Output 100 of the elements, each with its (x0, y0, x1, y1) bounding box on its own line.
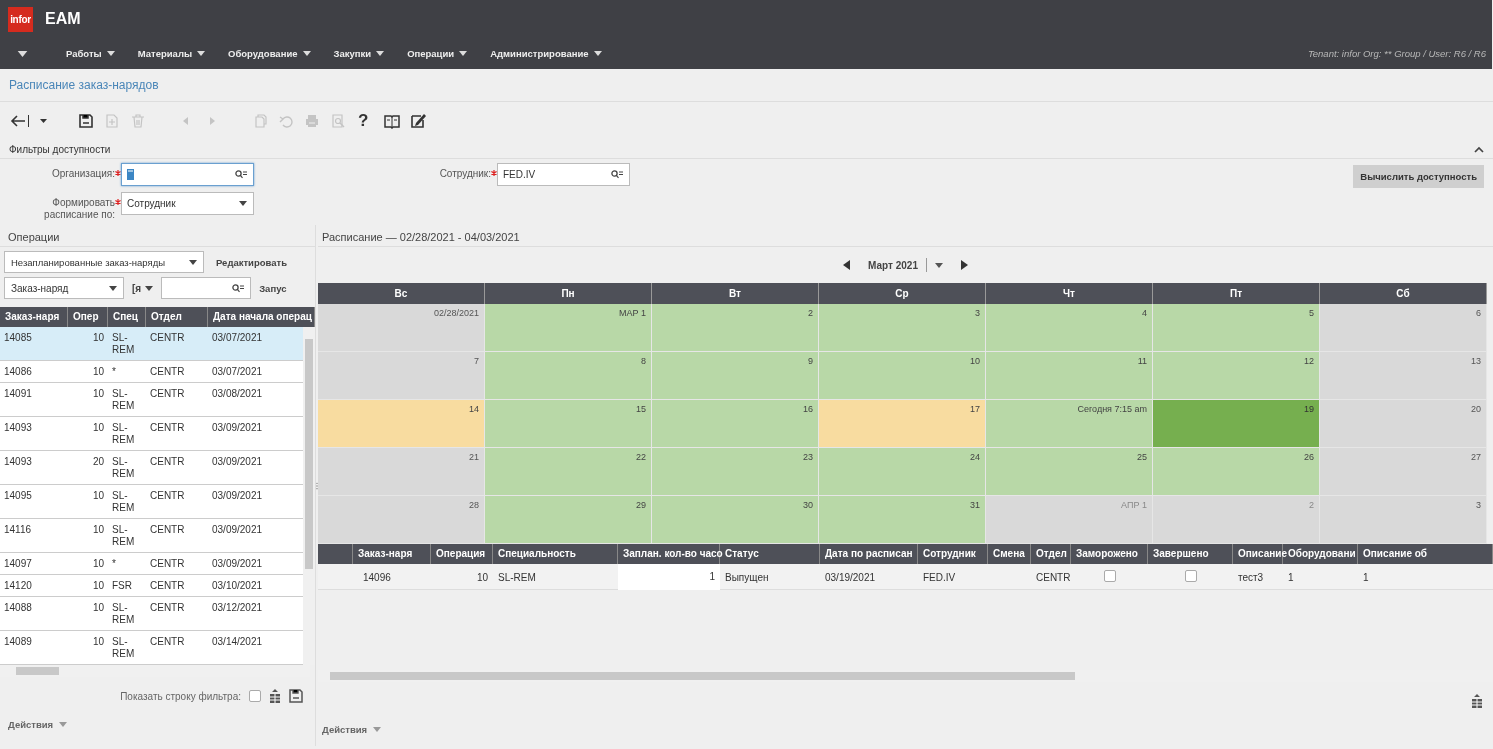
table-cell-text: SL-REM (497, 571, 537, 583)
edit-link[interactable]: Редактировать (212, 256, 292, 268)
caret-icon (189, 259, 197, 265)
table-row[interactable]: 14096 10 SL-REM 1 Выпущен 03/19/2021 FED.IV CENTR тест3 1 1 (318, 564, 1493, 590)
menu-item[interactable]: Администрирование (490, 48, 602, 59)
calendar-day[interactable]: 2 (652, 304, 819, 352)
tenant-info: Tenant: infor Org: ** Group / User: R6 / R6 (1307, 48, 1486, 59)
input-field[interactable]: FED.IV (497, 163, 630, 186)
table-cell-text: 10 (91, 489, 105, 503)
cursor-icon (127, 169, 134, 180)
table-cell-text: 03/07/2021 (211, 331, 264, 345)
search-field[interactable] (161, 277, 252, 299)
table-row[interactable]: 14085 10 SL-REM CENTR 03/07/2021 (0, 327, 303, 361)
calendar-day[interactable]: 5 (1153, 304, 1320, 352)
calendar-day[interactable]: 26 (1153, 448, 1320, 496)
calendar-day[interactable]: 11 (986, 352, 1153, 400)
section-title: Фильтры доступности (9, 143, 111, 155)
calendar-day[interactable]: 20 (1320, 400, 1487, 448)
menu-item[interactable]: Материалы (137, 48, 206, 59)
menu-icon[interactable] (17, 50, 28, 57)
calendar-day[interactable]: 4 (986, 304, 1153, 352)
table-cell-text: 03/12/2021 (211, 601, 264, 615)
table-cell-text: FED.IV (922, 571, 957, 583)
operator-dropdown[interactable]: [я (132, 282, 154, 294)
search-icon[interactable] (235, 170, 247, 179)
next-icon[interactable] (960, 260, 968, 270)
run-button[interactable]: Запус (259, 282, 287, 294)
calendar-day[interactable]: 12 (1153, 352, 1320, 400)
book-icon[interactable] (384, 113, 401, 129)
help-button[interactable]: ? (356, 111, 371, 131)
calendar-day[interactable]: 9 (652, 352, 819, 400)
calendar-day[interactable]: 21 (318, 448, 485, 496)
calendar-day[interactable]: 28 (318, 496, 485, 544)
search-icon[interactable] (611, 170, 623, 179)
caret-icon (239, 201, 247, 206)
grid-export-icon[interactable] (269, 689, 281, 703)
calendar-day[interactable]: 6 (1320, 304, 1487, 352)
calendar-day[interactable]: 13 (1320, 352, 1487, 400)
menu-item[interactable]: Операции (407, 48, 468, 59)
calendar-day[interactable]: 16 (652, 400, 819, 448)
calendar-day[interactable]: 30 (652, 496, 819, 544)
field-label: Организация: (50, 167, 115, 180)
back-arrow-icon[interactable] (9, 113, 29, 129)
calendar-day[interactable]: 19 (1153, 400, 1320, 448)
month-picker[interactable]: Март 2021 (862, 257, 949, 273)
menu-item[interactable]: Оборудование (228, 48, 311, 59)
calendar-day[interactable]: 10 (819, 352, 986, 400)
scrollbar[interactable] (303, 327, 315, 665)
dropdown[interactable]: Сотрудник (121, 192, 254, 215)
table-cell-text: 03/09/2021 (211, 557, 264, 571)
calendar-day[interactable]: 24 (819, 448, 986, 496)
calendar-day[interactable]: 25 (986, 448, 1153, 496)
dropdown[interactable]: Заказ-наряд (4, 277, 124, 299)
table-cell-text: 10 (475, 571, 489, 583)
caret-icon (459, 51, 468, 56)
actions-menu[interactable]: Действия (318, 708, 386, 735)
save-icon[interactable] (78, 113, 94, 129)
grid-export-icon[interactable] (1471, 694, 1483, 708)
calendar-day[interactable]: 15 (485, 400, 652, 448)
calendar-day[interactable]: 8 (485, 352, 652, 400)
table-cell-text: 10 (91, 421, 105, 435)
edit-icon[interactable] (410, 113, 427, 129)
calendar-day[interactable]: 29 (485, 496, 652, 544)
table-cell-text: 03/09/2021 (211, 489, 264, 503)
checkbox[interactable] (1103, 570, 1116, 582)
table-cell-text: 03/07/2021 (211, 365, 264, 379)
menu-item[interactable]: Работы (66, 48, 115, 59)
calendar-day[interactable]: 3 (1320, 496, 1487, 544)
caret-icon (302, 51, 311, 56)
table-cell-text: 03/14/2021 (211, 635, 264, 649)
table-cell-text: CENTR (1035, 571, 1071, 583)
actions-menu[interactable]: Действия (0, 703, 76, 730)
calendar-day[interactable]: 23 (652, 448, 819, 496)
calendar-day[interactable]: 17 (819, 400, 986, 448)
calendar-day[interactable]: 22 (485, 448, 652, 496)
save-icon[interactable] (289, 689, 303, 703)
calculate-button[interactable]: Вычислить доступность (1353, 165, 1484, 188)
calendar-day[interactable]: 14 (318, 400, 485, 448)
table-cell-text: 14086 (3, 365, 33, 379)
checkbox[interactable] (1184, 570, 1197, 582)
table-cell-text: SL-REM (111, 601, 136, 627)
table-cell-text: 10 (91, 557, 105, 571)
calendar-day[interactable]: 27 (1320, 448, 1487, 496)
weekday-header: Чт (986, 283, 1153, 304)
search-icon[interactable] (232, 283, 245, 293)
menu-item[interactable]: Закупки (333, 48, 385, 59)
table-cell-text: 10 (91, 365, 105, 379)
calendar-day[interactable]: 7 (318, 352, 485, 400)
table-cell-text: 14093 (3, 455, 33, 469)
calendar-day[interactable]: 31 (819, 496, 986, 544)
hours-field[interactable]: 1 (618, 564, 720, 590)
calendar-day[interactable]: МАР 1 (485, 304, 652, 352)
calendar-day[interactable]: 3 (819, 304, 986, 352)
input-field[interactable] (121, 163, 254, 186)
calendar-day[interactable]: Сегодня 7:15 am (986, 400, 1153, 448)
dropdown[interactable]: Незапланированные заказ-наряды (4, 251, 204, 273)
calendar-day[interactable]: 02/28/2021 (318, 304, 485, 352)
checkbox[interactable] (249, 690, 261, 702)
collapse-icon[interactable] (1474, 145, 1484, 153)
previous-icon[interactable] (843, 260, 851, 270)
